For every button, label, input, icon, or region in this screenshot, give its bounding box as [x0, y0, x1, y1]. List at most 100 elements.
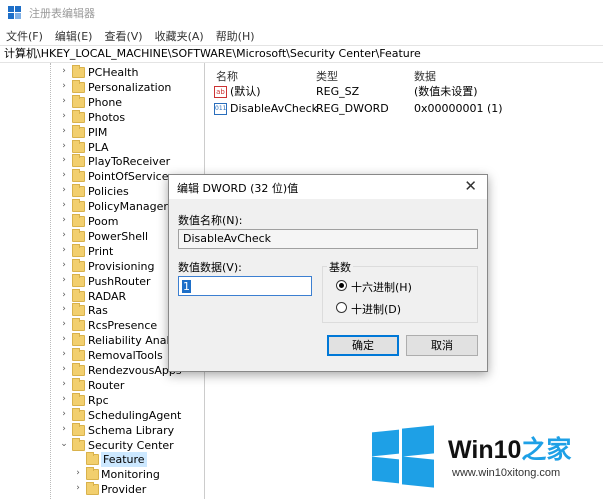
chevron-right-icon[interactable]: › — [60, 304, 68, 314]
hex-radio[interactable] — [336, 280, 347, 291]
tree-item-label: Personalization — [88, 80, 172, 94]
chevron-right-icon[interactable]: › — [60, 290, 68, 300]
chevron-right-icon[interactable]: › — [60, 245, 68, 255]
value-data-input[interactable]: 1 — [178, 276, 312, 296]
folder-icon — [72, 273, 85, 287]
chevron-right-icon[interactable]: › — [60, 155, 68, 165]
chevron-down-icon[interactable]: ⌄ — [60, 439, 68, 449]
tree-item[interactable]: › Monitoring — [0, 467, 204, 482]
folder-icon — [72, 65, 85, 78]
chevron-right-icon[interactable]: › — [60, 275, 68, 285]
decimal-radio-label[interactable]: 十进制(D) — [351, 301, 401, 317]
chevron-right-icon[interactable]: › — [60, 111, 68, 121]
chevron-right-icon[interactable]: › — [60, 141, 68, 151]
registry-editor-icon — [8, 6, 22, 20]
tree-item[interactable]: › PIM — [0, 124, 204, 140]
column-header-name[interactable]: 名称 — [216, 68, 238, 84]
value-data: 0x00000001 (1) — [414, 102, 503, 115]
tree-item[interactable]: › Personalization — [0, 79, 204, 95]
chevron-right-icon[interactable]: › — [60, 379, 68, 389]
tree-item-label: PointOfService — [88, 170, 169, 184]
menu-help[interactable]: 帮助(H) — [216, 28, 255, 44]
chevron-right-icon[interactable]: › — [60, 334, 68, 344]
base-label: 基数 — [327, 259, 353, 275]
folder-icon — [72, 199, 85, 213]
tree-item[interactable]: ⌄ Security Center — [0, 437, 204, 453]
value-type: REG_DWORD — [316, 102, 389, 115]
tree-item[interactable]: › PLA — [0, 139, 204, 155]
close-icon[interactable]: ✕ — [464, 177, 477, 195]
window-title: 注册表编辑器 — [29, 7, 95, 20]
address-bar[interactable]: 计算机\HKEY_LOCAL_MACHINE\SOFTWARE\Microsof… — [0, 45, 603, 63]
folder-icon — [72, 288, 85, 302]
tree-item-label: Provisioning — [88, 259, 155, 273]
folder-icon — [72, 154, 85, 168]
tree-item-label: Security Center — [88, 438, 174, 452]
chevron-right-icon[interactable]: › — [60, 424, 68, 434]
value-data-label: 数值数据(V): — [178, 261, 242, 274]
column-header-type[interactable]: 类型 — [316, 68, 338, 84]
tree-item[interactable]: › Rpc — [0, 392, 204, 408]
menu-favorites[interactable]: 收藏夹(A) — [155, 28, 204, 44]
tree-item-label: Phone — [88, 95, 123, 109]
tree-item[interactable]: › Schema Library — [0, 422, 204, 438]
menu-file[interactable]: 文件(F) — [6, 28, 43, 44]
tree-item-label: PowerShell — [88, 229, 149, 243]
chevron-right-icon[interactable]: › — [60, 349, 68, 359]
tree-item-selected[interactable]: Feature — [0, 452, 204, 468]
folder-icon — [72, 124, 85, 138]
decimal-radio[interactable] — [336, 302, 347, 313]
menu-edit[interactable]: 编辑(E) — [55, 28, 93, 44]
tree-item[interactable]: › SchedulingAgent — [0, 407, 204, 423]
cancel-button[interactable]: 取消 — [406, 335, 478, 356]
value-row-disableavcheck[interactable]: 011 DisableAvCheck REG_DWORD 0x00000001 … — [208, 101, 603, 117]
tree-item-label: Rpc — [88, 393, 109, 407]
tree-item-label: Ras — [88, 304, 108, 318]
chevron-right-icon[interactable]: › — [60, 170, 68, 180]
menu-view[interactable]: 查看(V) — [104, 28, 142, 44]
chevron-right-icon[interactable]: › — [74, 483, 82, 493]
open-folder-icon — [86, 452, 99, 466]
chevron-right-icon[interactable]: › — [74, 468, 82, 478]
chevron-right-icon[interactable]: › — [60, 185, 68, 195]
chevron-right-icon[interactable]: › — [60, 81, 68, 91]
chevron-right-icon[interactable]: › — [60, 260, 68, 270]
chevron-right-icon[interactable]: › — [60, 319, 68, 329]
windows-logo-icon — [372, 425, 434, 488]
tree-item-label: RemovalTools — [88, 349, 163, 363]
folder-icon — [72, 94, 85, 108]
tree-item[interactable]: › PCHealth — [0, 65, 204, 80]
binary-value-icon: 011 — [214, 103, 227, 115]
folder-icon — [72, 377, 85, 391]
hex-radio-label[interactable]: 十六进制(H) — [351, 279, 412, 295]
folder-icon — [72, 333, 85, 347]
watermark: Win10之家 www.win10xitong.com — [372, 420, 603, 499]
tree-item[interactable]: › PlayToReceiver — [0, 154, 204, 169]
folder-icon — [72, 303, 85, 317]
tree-item[interactable]: › Phone — [0, 94, 204, 110]
tree-item[interactable]: › Photos — [0, 109, 204, 125]
folder-icon — [72, 392, 85, 406]
chevron-right-icon[interactable]: › — [60, 96, 68, 106]
chevron-right-icon[interactable]: › — [60, 200, 68, 210]
tree-item-label: PlayToReceiver — [88, 155, 171, 169]
chevron-right-icon[interactable]: › — [60, 394, 68, 404]
value-name-field[interactable]: DisableAvCheck — [178, 229, 478, 249]
value-row-default[interactable]: ab (默认) REG_SZ (数值未设置) — [208, 84, 603, 100]
chevron-right-icon[interactable]: › — [60, 66, 68, 76]
chevron-right-icon[interactable]: › — [60, 230, 68, 240]
chevron-right-icon[interactable]: › — [60, 126, 68, 136]
tree-item-label: RADAR — [88, 289, 127, 303]
chevron-right-icon[interactable]: › — [60, 409, 68, 419]
tree-item-label: RcsPresence — [88, 319, 158, 333]
column-header-data[interactable]: 数据 — [414, 68, 436, 84]
chevron-right-icon[interactable]: › — [60, 364, 68, 374]
tree-item-label: PushRouter — [88, 274, 151, 288]
tree-item-label: SchedulingAgent — [88, 408, 182, 422]
chevron-right-icon[interactable]: › — [60, 215, 68, 225]
folder-icon — [72, 139, 85, 153]
tree-item[interactable]: › Router — [0, 377, 204, 393]
tree-item[interactable]: › Provider — [0, 482, 204, 497]
value-name-label: 数值名称(N): — [178, 214, 243, 227]
ok-button[interactable]: 确定 — [327, 335, 399, 356]
